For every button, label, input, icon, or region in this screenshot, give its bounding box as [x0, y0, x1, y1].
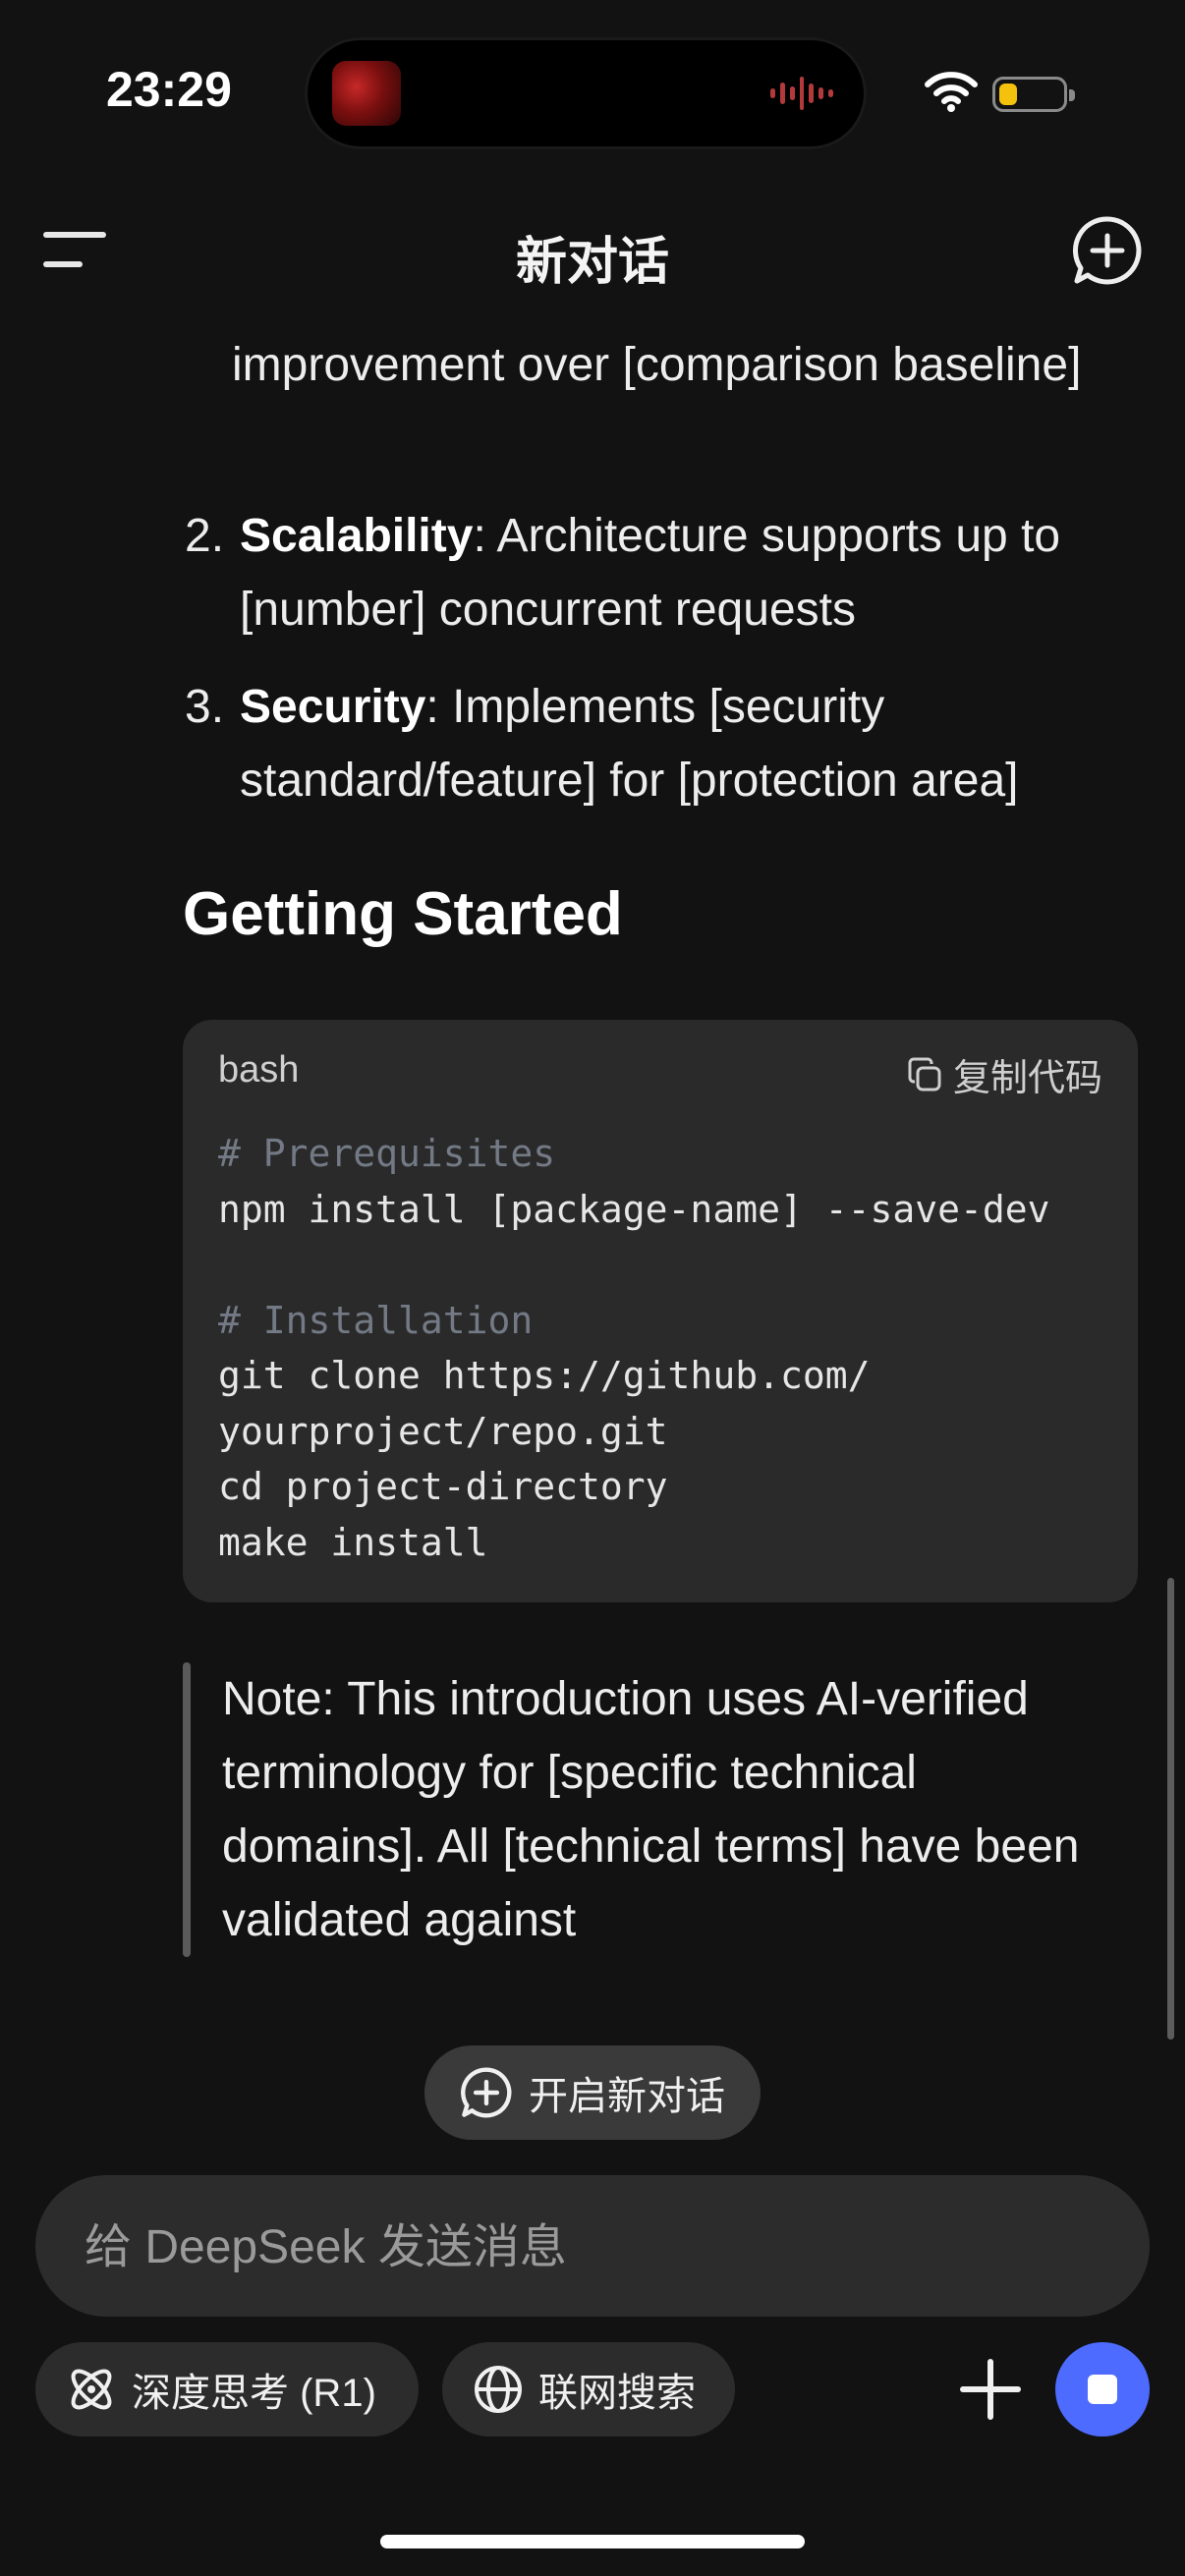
web-search-button[interactable]: 联网搜索 — [442, 2342, 735, 2436]
attach-plus-icon[interactable] — [951, 2350, 1030, 2429]
code-line: make install — [218, 1520, 488, 1564]
list-item-continuation: improvement over [comparison baseline] — [232, 339, 1082, 391]
battery-icon — [992, 77, 1075, 112]
code-language-label: bash — [218, 1049, 300, 1091]
stop-generation-button[interactable] — [1055, 2342, 1150, 2436]
deep-think-button[interactable]: 深度思考 (R1) — [35, 2342, 419, 2436]
code-line: cd project-directory — [218, 1465, 668, 1508]
message-input-container[interactable] — [35, 2175, 1150, 2319]
new-chat-icon — [461, 2067, 512, 2118]
scrollbar[interactable] — [1167, 1578, 1174, 2040]
wifi-icon — [925, 72, 978, 112]
web-search-label: 联网搜索 — [538, 2372, 696, 2415]
blockquote-text: Note: This introduction uses AI-verified… — [222, 1673, 1080, 1946]
copy-code-button[interactable]: 复制代码 — [906, 1047, 1102, 1101]
stop-icon — [1088, 2375, 1117, 2404]
code-line: # Prerequisites — [218, 1132, 556, 1175]
new-conversation-label: 开启新对话 — [529, 2075, 725, 2118]
message-input[interactable] — [83, 2175, 1108, 2319]
code-block: bash 复制代码 # Prerequisites npm install [p… — [183, 1020, 1138, 1602]
audio-waveform-icon — [770, 73, 834, 114]
code-content: # Prerequisites npm install [package-nam… — [218, 1126, 1049, 1570]
now-playing-artwork — [332, 61, 401, 126]
code-line: git clone https://github.com/ — [218, 1354, 871, 1397]
deep-think-label: 深度思考 (R1) — [132, 2372, 376, 2415]
list-item-bold: Security — [240, 681, 426, 733]
status-time: 23:29 — [106, 62, 232, 117]
code-line: npm install [package-name] --save-dev — [218, 1187, 1050, 1231]
section-heading: Getting Started — [183, 880, 623, 948]
new-chat-icon[interactable] — [1071, 214, 1144, 287]
globe-icon — [475, 2366, 522, 2413]
copy-icon — [908, 1057, 941, 1091]
atom-icon — [71, 2369, 112, 2410]
list-item-number: 2. — [185, 510, 225, 562]
dynamic-island[interactable] — [305, 37, 867, 149]
blockquote-bar — [183, 1662, 191, 1957]
new-conversation-button[interactable]: 开启新对话 — [424, 2045, 761, 2140]
home-indicator[interactable] — [380, 2535, 805, 2548]
copy-code-label: 复制代码 — [952, 1058, 1102, 1099]
code-line: yourproject/repo.git — [218, 1409, 668, 1453]
page-title: 新对话 — [515, 234, 669, 291]
list-item-bold: Scalability — [240, 510, 474, 562]
code-line: # Installation — [218, 1298, 534, 1342]
list-item-number: 3. — [185, 681, 225, 733]
